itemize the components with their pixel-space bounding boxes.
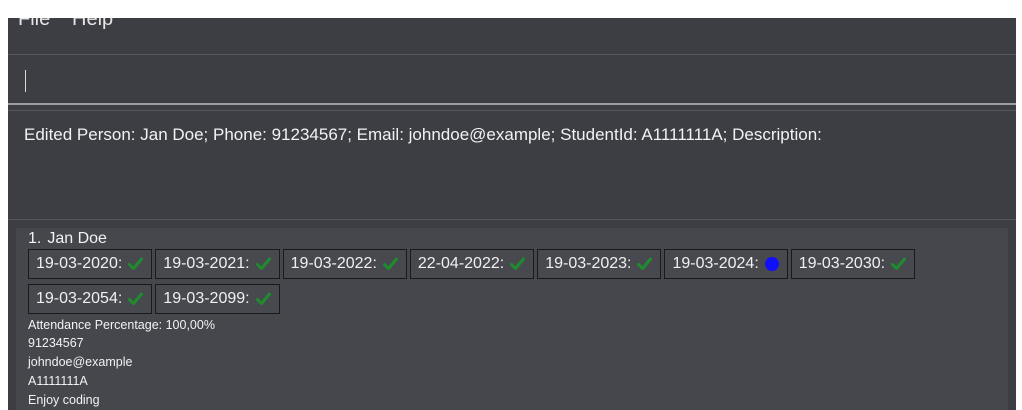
person-card[interactable]: 1. Jan Doe 19-03-2020: 19-03-2021: 19-03-20… — [16, 228, 1008, 410]
attendance-chip: 19-03-2021: — [155, 249, 280, 279]
menu-help[interactable]: Help — [72, 18, 113, 31]
attendance-chip: 19-03-2099: — [155, 284, 280, 314]
attendance-chip: 19-03-2030: — [790, 249, 916, 279]
check-icon — [382, 257, 398, 270]
attendance-date: 19-03-2099: — [163, 290, 250, 307]
text-caret — [25, 70, 26, 92]
attendance-row: 19-03-2054: 19-03-2099: — [28, 284, 280, 314]
result-message: Edited Person: Jan Doe; Phone: 91234567;… — [24, 125, 822, 144]
attendance-chip: 19-03-2023: — [537, 249, 662, 279]
attendance-date: 19-03-2022: — [290, 255, 377, 272]
command-input[interactable] — [28, 65, 1002, 97]
attendance-chip: 19-03-2020: — [28, 249, 153, 279]
result-display: Edited Person: Jan Doe; Phone: 91234567;… — [8, 110, 1016, 220]
check-icon — [255, 257, 271, 270]
person-name: Jan Doe — [47, 230, 107, 247]
attendance-row: 19-03-2020: 19-03-2021: 19-03-2022: 22-04-2… — [28, 249, 916, 279]
attendance-date: 19-03-2023: — [545, 255, 632, 272]
person-student-id: A1111111A — [28, 374, 88, 388]
check-icon — [128, 257, 144, 270]
person-name-line: 1. Jan Doe — [28, 230, 107, 248]
person-index: 1. — [28, 230, 42, 247]
person-list-panel[interactable]: 1. Jan Doe 19-03-2020: 19-03-2021: 19-03-20… — [8, 219, 1016, 410]
app-window: File Help Edited Person: Jan Doe; Phone:… — [8, 18, 1016, 410]
attendance-chip: 19-03-2022: — [282, 249, 407, 279]
check-icon — [255, 292, 271, 305]
attendance-date: 19-03-2024: — [672, 255, 759, 272]
person-description: Enjoy coding — [28, 393, 100, 407]
check-icon — [128, 292, 144, 305]
check-icon — [510, 257, 526, 270]
attendance-date: 19-03-2021: — [163, 255, 250, 272]
attendance-chip: 22-04-2022: — [409, 249, 535, 279]
attendance-date: 19-03-2054: — [36, 290, 123, 307]
dot-icon — [764, 257, 779, 271]
attendance-date: 19-03-2020: — [36, 255, 123, 272]
person-phone: 91234567 — [28, 336, 84, 350]
attendance-date: 19-03-2030: — [798, 255, 886, 272]
command-box — [8, 54, 1016, 105]
menu-bar: File Help — [8, 18, 1016, 38]
attendance-chip: 19-03-2054: — [28, 284, 153, 314]
check-icon — [891, 257, 907, 270]
person-email: johndoe@example — [28, 355, 133, 369]
menu-file[interactable]: File — [18, 18, 50, 31]
attendance-date: 22-04-2022: — [417, 255, 505, 272]
attendance-percentage: Attendance Percentage: 100,00% — [28, 318, 215, 332]
attendance-chip: 19-03-2024: — [664, 249, 788, 279]
check-icon — [637, 257, 653, 270]
